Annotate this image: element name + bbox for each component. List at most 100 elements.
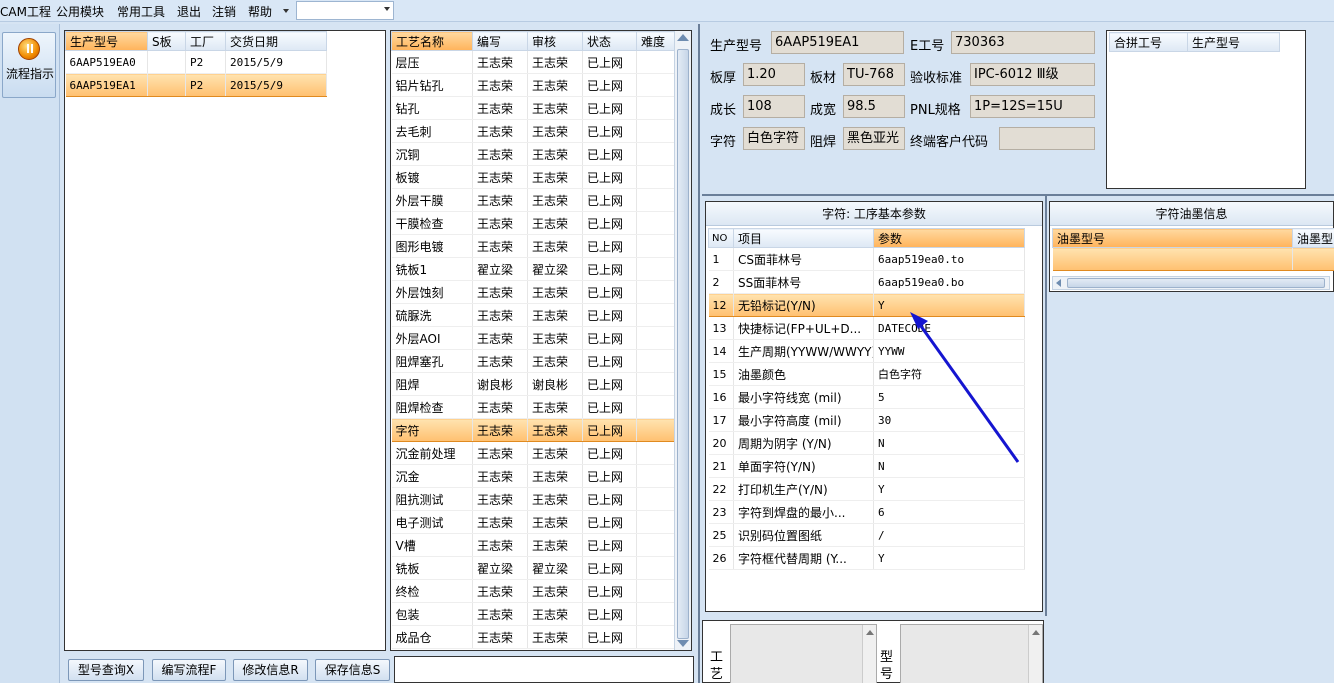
col-param[interactable]: 参数: [873, 228, 1025, 248]
table-row[interactable]: 外层AOI 王志荣 王志荣 已上网: [391, 326, 676, 350]
table-row[interactable]: 铣板1 翟立梁 翟立梁 已上网: [391, 257, 676, 281]
chevron-down-icon[interactable]: [384, 7, 390, 11]
table-row[interactable]: 板镀 王志荣 王志荣 已上网: [391, 165, 676, 189]
ink-hscrollbar[interactable]: [1052, 276, 1330, 290]
col-difficulty[interactable]: 难度: [636, 31, 676, 51]
table-row[interactable]: 6AAP519EA1 P2 2015/5/9: [65, 73, 327, 97]
table-row[interactable]: 去毛刺 王志荣 王志荣 已上网: [391, 119, 676, 143]
table-row[interactable]: 硫脲洗 王志荣 王志荣 已上网: [391, 303, 676, 327]
table-row[interactable]: 终检 王志荣 王志荣 已上网: [391, 579, 676, 603]
table-row[interactable]: 14 生产周期(YYWW/WWYY) YYWW: [708, 339, 1025, 363]
table-row[interactable]: 阻焊塞孔 王志荣 王志荣 已上网: [391, 349, 676, 373]
col-status[interactable]: 状态: [582, 31, 637, 51]
customer-code-field[interactable]: [999, 127, 1095, 150]
process-textarea[interactable]: [730, 624, 877, 683]
col-process-name[interactable]: 工艺名称: [391, 31, 473, 51]
table-row[interactable]: 字符 王志荣 王志荣 已上网: [391, 418, 676, 442]
table-row[interactable]: 2 SS面菲林号 6aap519ea0.bo: [708, 270, 1025, 294]
table-row[interactable]: 包装 王志荣 王志荣 已上网: [391, 602, 676, 626]
write-flow-button[interactable]: 编写流程F: [152, 659, 226, 681]
table-row[interactable]: 干膜检查 王志荣 王志荣 已上网: [391, 211, 676, 235]
menu-common-tools[interactable]: 常用工具: [117, 3, 165, 20]
col-merge-job[interactable]: 合拼工号: [1109, 32, 1188, 52]
table-row[interactable]: 电子测试 王志荣 王志荣 已上网: [391, 510, 676, 534]
note-input[interactable]: [394, 656, 694, 683]
model-textarea[interactable]: [900, 624, 1043, 683]
process-cell-difficulty: [636, 395, 676, 419]
scroll-thumb[interactable]: [677, 49, 689, 639]
table-row[interactable]: 22 打印机生产(Y/N) Y: [708, 477, 1025, 501]
menu-logout[interactable]: 注销: [212, 3, 236, 20]
width-field[interactable]: 98.5: [843, 95, 905, 118]
table-row[interactable]: 沉金 王志荣 王志荣 已上网: [391, 464, 676, 488]
table-row[interactable]: 20 周期为阴字 (Y/N) N: [708, 431, 1025, 455]
menu-help[interactable]: 帮助: [248, 3, 272, 20]
e-field[interactable]: 730363: [951, 31, 1095, 54]
table-row[interactable]: 外层干膜 王志荣 王志荣 已上网: [391, 188, 676, 212]
table-row[interactable]: 阻焊检查 王志荣 王志荣 已上网: [391, 395, 676, 419]
table-row[interactable]: 铝片钻孔 王志荣 王志荣 已上网: [391, 73, 676, 97]
table-row[interactable]: 6AAP519EA0 P2 2015/5/9: [65, 50, 327, 74]
process-cell-name: 干膜检查: [391, 211, 473, 235]
query-button[interactable]: 型号查询X: [68, 659, 144, 681]
char-field[interactable]: 白色字符: [743, 127, 805, 150]
scroll-up-icon[interactable]: [862, 625, 876, 683]
col-reviewer[interactable]: 审核: [527, 31, 583, 51]
col-ink-type[interactable]: 油墨型: [1292, 228, 1334, 248]
table-row[interactable]: V槽 王志荣 王志荣 已上网: [391, 533, 676, 557]
scroll-up-icon[interactable]: [677, 34, 689, 41]
scroll-down-icon[interactable]: [677, 640, 689, 647]
menu-cam[interactable]: CAM工程: [0, 3, 51, 20]
table-row[interactable]: 12 无铅标记(Y/N) Y: [708, 293, 1025, 317]
table-row[interactable]: 图形电镀 王志荣 王志荣 已上网: [391, 234, 676, 258]
pnl-field[interactable]: 1P=12S=15U: [970, 95, 1095, 118]
col-item[interactable]: 项目: [733, 228, 874, 248]
table-row[interactable]: 17 最小字符高度 (mil) 30: [708, 408, 1025, 432]
process-cell-reviewer: 王志荣: [527, 142, 583, 166]
thickness-field[interactable]: 1.20: [743, 63, 805, 86]
table-row[interactable]: 23 字符到焊盘的最小... 6: [708, 500, 1025, 524]
scroll-left-icon[interactable]: [1056, 279, 1061, 287]
table-row[interactable]: 阻抗测试 王志荣 王志荣 已上网: [391, 487, 676, 511]
table-row[interactable]: [1052, 247, 1334, 271]
toolbar-combo[interactable]: [296, 1, 394, 20]
material-field[interactable]: TU-768: [843, 63, 905, 86]
table-row[interactable]: 13 快捷标记(FP+UL+D... DATECODE: [708, 316, 1025, 340]
table-row[interactable]: 26 字符框代替周期 (Y... Y: [708, 546, 1025, 570]
table-row[interactable]: 15 油墨颜色 白色字符: [708, 362, 1025, 386]
length-field[interactable]: 108: [743, 95, 805, 118]
scroll-thumb[interactable]: [1067, 278, 1325, 288]
standard-field[interactable]: IPC-6012 Ⅲ级: [970, 63, 1095, 86]
col-ink-model[interactable]: 油墨型号: [1052, 228, 1293, 248]
table-row[interactable]: 16 最小字符线宽 (mil) 5: [708, 385, 1025, 409]
table-row[interactable]: 21 单面字符(Y/N) N: [708, 454, 1025, 478]
product-cell-model: 6AAP519EA1: [65, 73, 148, 97]
col-s[interactable]: S板: [147, 31, 186, 51]
table-row[interactable]: 外层蚀刻 王志荣 王志荣 已上网: [391, 280, 676, 304]
table-row[interactable]: 层压 王志荣 王志荣 已上网: [391, 50, 676, 74]
col-factory[interactable]: 工厂: [185, 31, 226, 51]
table-row[interactable]: 沉铜 王志荣 王志荣 已上网: [391, 142, 676, 166]
modify-info-button[interactable]: 修改信息R: [233, 659, 308, 681]
col-merge-model[interactable]: 生产型号: [1187, 32, 1280, 52]
col-date[interactable]: 交货日期: [225, 31, 327, 51]
mask-field[interactable]: 黑色亚光: [843, 127, 905, 150]
col-model[interactable]: 生产型号: [65, 31, 148, 51]
table-row[interactable]: 沉金前处理 王志荣 王志荣 已上网: [391, 441, 676, 465]
flow-button[interactable]: 流程指示: [2, 32, 56, 98]
process-scrollbar[interactable]: [674, 31, 691, 650]
table-row[interactable]: 铣板 翟立梁 翟立梁 已上网: [391, 556, 676, 580]
save-info-button[interactable]: 保存信息S: [315, 659, 390, 681]
model-field[interactable]: 6AAP519EA1: [771, 31, 904, 54]
table-row[interactable]: 1 CS面菲林号 6aap519ea0.to: [708, 247, 1025, 271]
table-row[interactable]: 25 识别码位置图纸 /: [708, 523, 1025, 547]
table-row[interactable]: 钻孔 王志荣 王志荣 已上网: [391, 96, 676, 120]
scroll-up-icon[interactable]: [1028, 625, 1042, 683]
chevron-down-icon[interactable]: [283, 9, 289, 13]
col-no[interactable]: NO: [708, 228, 734, 248]
table-row[interactable]: 成品仓 王志荣 王志荣 已上网: [391, 625, 676, 649]
menu-common-module[interactable]: 公用模块: [56, 3, 104, 20]
table-row[interactable]: 阻焊 谢良彬 谢良彬 已上网: [391, 372, 676, 396]
col-writer[interactable]: 编写: [472, 31, 528, 51]
menu-exit[interactable]: 退出: [177, 3, 201, 20]
